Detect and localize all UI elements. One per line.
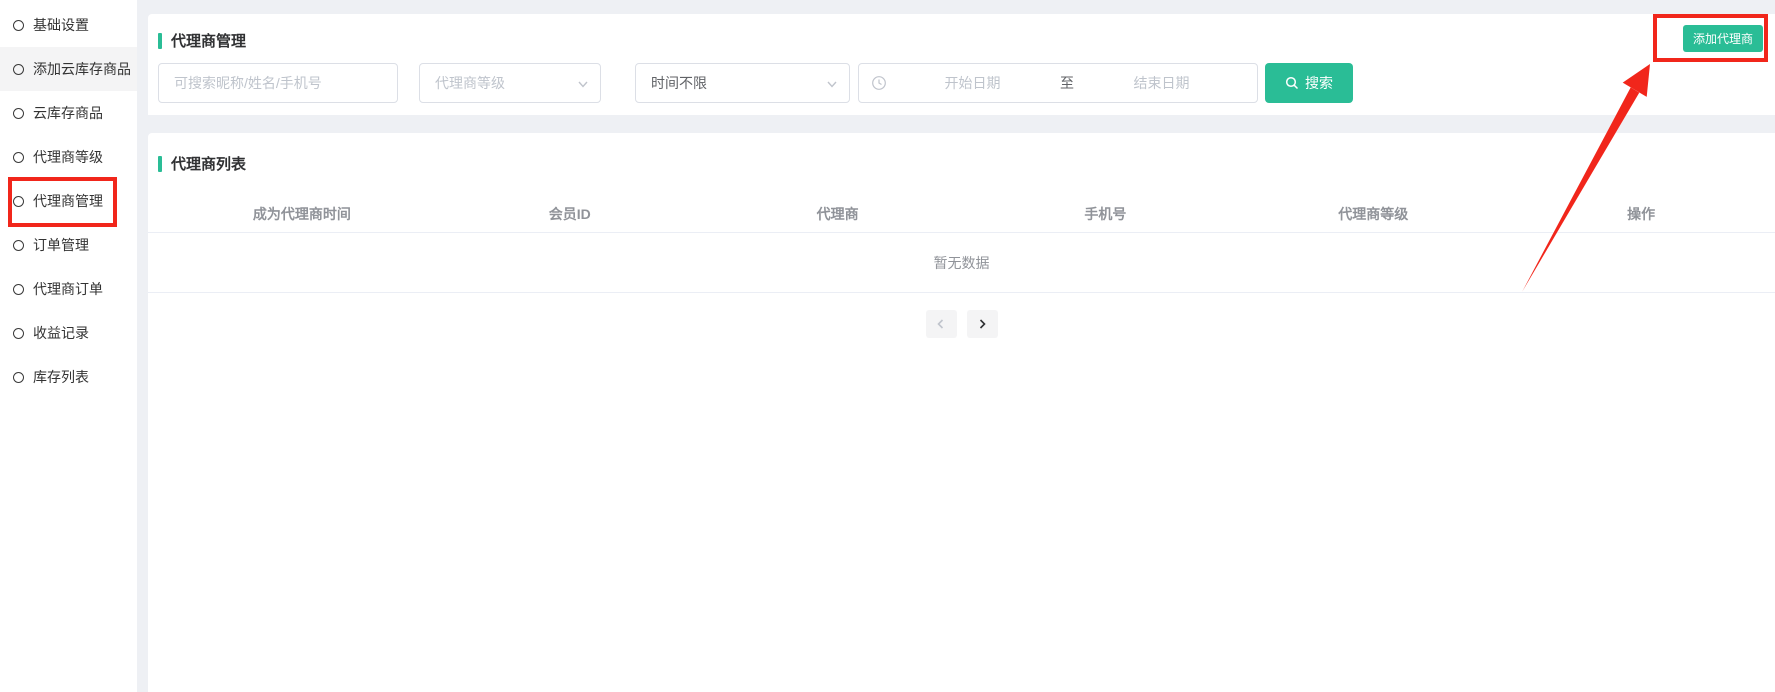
agent-level-select-placeholder: 代理商等级 bbox=[435, 73, 505, 93]
sidebar-item-agent-orders[interactable]: 代理商订单 bbox=[0, 267, 137, 311]
column-header-agent: 代理商 bbox=[704, 204, 972, 224]
chevron-right-icon bbox=[976, 318, 988, 330]
circle-bullet-icon bbox=[13, 152, 24, 163]
empty-state-text: 暂无数据 bbox=[934, 253, 990, 273]
circle-bullet-icon bbox=[13, 284, 24, 295]
title-accent-bar bbox=[158, 33, 162, 49]
time-filter-select[interactable]: 时间不限 bbox=[635, 63, 850, 103]
sidebar-item-agent-management[interactable]: 代理商管理 bbox=[0, 179, 137, 223]
sidebar-item-label: 收益记录 bbox=[33, 323, 89, 343]
pagination-prev-button[interactable] bbox=[926, 310, 957, 338]
date-end-placeholder: 结束日期 bbox=[1078, 73, 1245, 93]
table-header-row: 成为代理商时间 会员ID 代理商 手机号 代理商等级 操作 bbox=[148, 195, 1775, 233]
date-start-placeholder: 开始日期 bbox=[889, 73, 1056, 93]
sidebar-item-add-cloud-stock-product[interactable]: 添加云库存商品 bbox=[0, 47, 137, 91]
circle-bullet-icon bbox=[13, 240, 24, 251]
filter-row: 代理商等级 时间不限 开始日期 至 结束日期 bbox=[158, 63, 1353, 103]
circle-bullet-icon bbox=[13, 328, 24, 339]
sidebar-item-stock-list[interactable]: 库存列表 bbox=[0, 355, 137, 399]
agent-level-select[interactable]: 代理商等级 bbox=[419, 63, 601, 103]
sidebar-item-label: 代理商等级 bbox=[33, 147, 103, 167]
sidebar-item-revenue-records[interactable]: 收益记录 bbox=[0, 311, 137, 355]
agent-list-card: 代理商列表 成为代理商时间 会员ID 代理商 手机号 代理商等级 操作 暂无数据 bbox=[148, 133, 1775, 692]
search-input[interactable] bbox=[174, 75, 382, 91]
date-range-picker[interactable]: 开始日期 至 结束日期 bbox=[858, 63, 1258, 103]
circle-bullet-icon bbox=[13, 196, 24, 207]
page-title: 代理商管理 bbox=[171, 30, 246, 51]
add-agent-button[interactable]: 添加代理商 bbox=[1683, 25, 1763, 52]
column-header-phone: 手机号 bbox=[972, 204, 1240, 224]
sidebar-item-label: 添加云库存商品 bbox=[33, 59, 131, 79]
circle-bullet-icon bbox=[13, 20, 24, 31]
filter-card: 代理商管理 代理商等级 时间不限 开始日期 至 bbox=[148, 14, 1775, 115]
circle-bullet-icon bbox=[13, 64, 24, 75]
search-button[interactable]: 搜索 bbox=[1265, 63, 1353, 103]
list-title: 代理商列表 bbox=[171, 153, 246, 174]
sidebar-item-cloud-stock-product[interactable]: 云库存商品 bbox=[0, 91, 137, 135]
keyword-search-field[interactable] bbox=[158, 63, 398, 103]
chevron-down-icon bbox=[825, 77, 839, 94]
sidebar-item-label: 云库存商品 bbox=[33, 103, 103, 123]
clock-icon bbox=[871, 75, 887, 91]
search-button-label: 搜索 bbox=[1305, 73, 1333, 93]
sidebar-item-basic-settings[interactable]: 基础设置 bbox=[0, 3, 137, 47]
chevron-down-icon bbox=[576, 77, 590, 94]
column-header-actions: 操作 bbox=[1507, 204, 1775, 224]
sidebar-item-order-management[interactable]: 订单管理 bbox=[0, 223, 137, 267]
column-header-agent-level: 代理商等级 bbox=[1239, 204, 1507, 224]
magnifier-icon bbox=[1285, 76, 1299, 90]
list-card-title: 代理商列表 bbox=[148, 133, 1775, 174]
pagination bbox=[148, 310, 1775, 338]
sidebar-item-agent-level[interactable]: 代理商等级 bbox=[0, 135, 137, 179]
title-accent-bar bbox=[158, 156, 162, 172]
sidebar: 基础设置 添加云库存商品 云库存商品 代理商等级 代理商管理 订单管理 代理商订… bbox=[0, 0, 137, 692]
sidebar-item-label: 代理商订单 bbox=[33, 279, 103, 299]
sidebar-item-label: 代理商管理 bbox=[33, 191, 103, 211]
sidebar-item-label: 基础设置 bbox=[33, 15, 89, 35]
column-header-member-id: 会员ID bbox=[436, 204, 704, 224]
column-header-become-agent-time: 成为代理商时间 bbox=[168, 204, 436, 224]
sidebar-item-label: 订单管理 bbox=[33, 235, 89, 255]
circle-bullet-icon bbox=[13, 372, 24, 383]
filter-card-title: 代理商管理 bbox=[148, 14, 1775, 51]
pagination-next-button[interactable] bbox=[967, 310, 998, 338]
time-filter-value: 时间不限 bbox=[651, 73, 707, 93]
chevron-left-icon bbox=[935, 318, 947, 330]
circle-bullet-icon bbox=[13, 108, 24, 119]
date-range-separator: 至 bbox=[1056, 73, 1078, 93]
empty-state: 暂无数据 bbox=[148, 233, 1775, 293]
sidebar-item-label: 库存列表 bbox=[33, 367, 89, 387]
